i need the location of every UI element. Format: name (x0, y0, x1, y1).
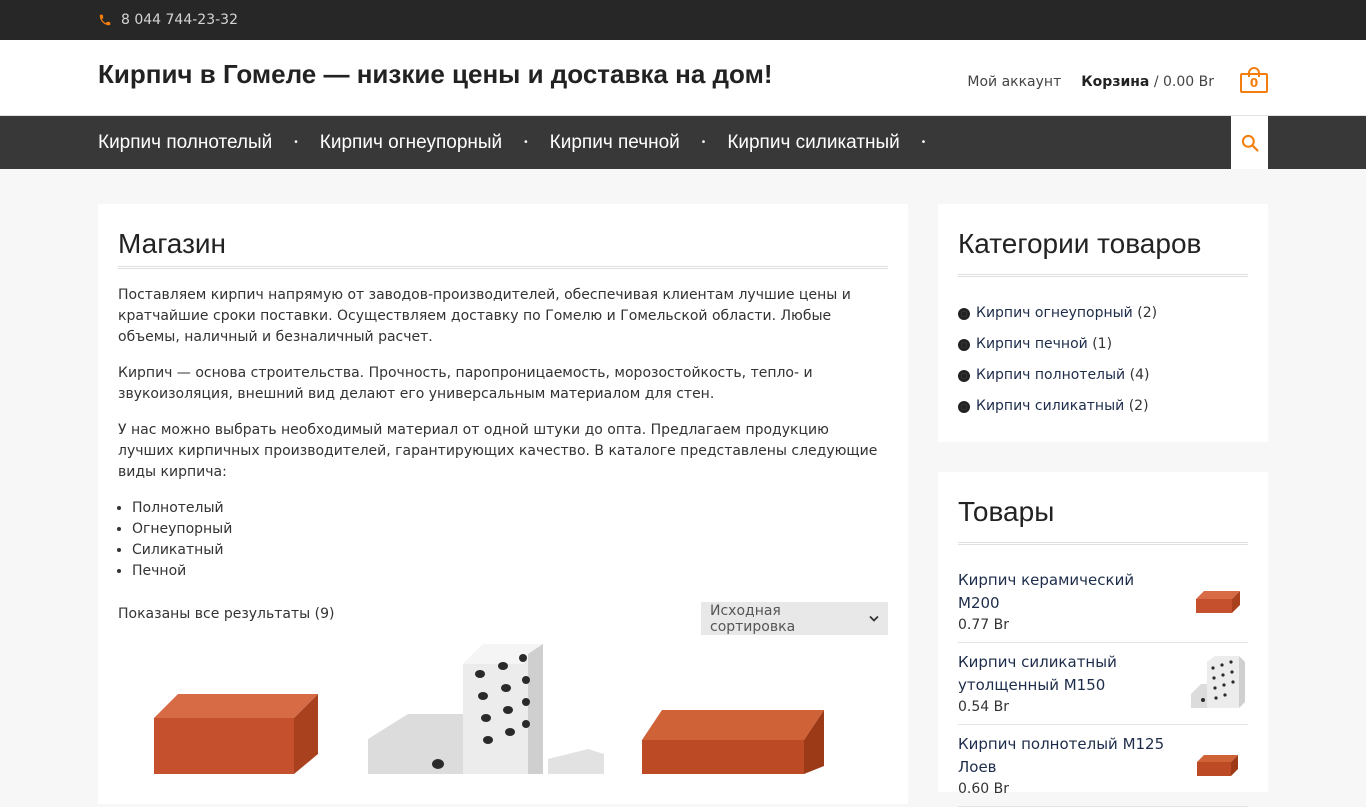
nav-separator: • (294, 137, 298, 148)
nav-item-stove[interactable]: Кирпич печной • (550, 132, 728, 154)
sort-select-value: Исходная сортировка (710, 602, 796, 635)
intro-paragraph: У нас можно выбрать необходимый материал… (118, 422, 878, 480)
nav-item-label: Кирпич огнеупорный (319, 131, 503, 153)
list-item: Полнотелый (132, 498, 888, 519)
category-link[interactable]: Кирпич огнеупорный (976, 303, 1133, 324)
category-list: Кирпич огнеупорный (2) Кирпич печной (1)… (958, 303, 1248, 417)
category-link[interactable]: Кирпич силикатный (976, 396, 1124, 417)
product-card[interactable] (618, 644, 854, 774)
category-item: Кирпич силикатный (2) (958, 396, 1248, 417)
red-brick-image (1197, 755, 1238, 776)
nav-separator: • (701, 137, 706, 148)
nav-separator: • (524, 137, 528, 148)
category-item: Кирпич огнеупорный (2) (958, 303, 1248, 324)
product-price: 0.60 Br (958, 781, 1009, 797)
site-header: Кирпич в Гомеле — низкие цены и доставка… (0, 40, 1366, 116)
category-link[interactable]: Кирпич полнотелый (976, 365, 1125, 386)
brick-kinds-list: Полнотелый Огнеупорный Силикатный Печной (132, 498, 888, 582)
list-item[interactable]: Кирпич полнотелый М125 Лоев 0.60 Br (958, 725, 1248, 807)
sort-select[interactable]: Исходная сортировка (701, 602, 888, 635)
chevron-down-icon (869, 615, 879, 622)
cart-label: Корзина (1081, 73, 1150, 90)
silicate-brick-image (368, 644, 604, 774)
bullet-icon (958, 307, 970, 320)
product-thumbnail[interactable] (1186, 733, 1248, 795)
product-price: 0.77 Br (958, 617, 1009, 633)
product-thumbnail[interactable] (1186, 651, 1248, 713)
header-account-cart: Мой аккаунт Корзина / 0.00 Br 0 (967, 66, 1268, 93)
category-item: Кирпич печной (1) (958, 334, 1248, 355)
bullet-icon (958, 400, 970, 413)
bullet-icon (958, 369, 970, 382)
product-categories-widget: Категории товаров Кирпич огнеупорный (2)… (938, 204, 1268, 442)
top-bar: 8 044 744-23-32 (0, 0, 1366, 40)
nav-item-solid[interactable]: Кирпич полнотелый • (98, 132, 320, 154)
product-card[interactable] (368, 644, 604, 774)
nav-item-refractory[interactable]: Кирпич огнеупорный • (320, 132, 550, 154)
nav-separator: • (921, 137, 926, 148)
product-grid (118, 644, 854, 774)
category-count: (2) (1137, 305, 1158, 321)
categories-title: Категории товаров (958, 228, 1248, 277)
product-name[interactable]: Кирпич керамический М200 (958, 569, 1173, 615)
product-thumbnail[interactable] (1186, 569, 1248, 631)
site-title[interactable]: Кирпич в Гомеле — низкие цены и доставка… (98, 59, 772, 90)
red-brick-image (1196, 591, 1240, 613)
phone-icon (98, 13, 112, 27)
products-widget: Товары Кирпич керамический М200 0.77 Br К… (938, 472, 1268, 807)
category-link[interactable]: Кирпич печной (976, 334, 1088, 355)
phone-number[interactable]: 8 044 744-23-32 (121, 12, 238, 28)
intro-paragraph: Кирпич — основа строительства. Прочность… (118, 365, 813, 402)
category-count: (4) (1129, 367, 1150, 383)
bullet-icon (958, 338, 970, 351)
nav-item-label: Кирпич силикатный (727, 131, 900, 153)
cart-bag-icon[interactable]: 0 (1240, 66, 1268, 93)
results-count: Показаны все результаты (9) (118, 606, 335, 622)
search-button[interactable] (1231, 116, 1268, 169)
products-title: Товары (958, 496, 1248, 545)
red-brick-image (154, 694, 318, 774)
nav-item-silicate[interactable]: Кирпич силикатный • (727, 132, 947, 154)
nav-item-label: Кирпич печной (549, 131, 680, 153)
list-item: Огнеупорный (132, 519, 888, 540)
category-item: Кирпич полнотелый (4) (958, 365, 1248, 386)
nav-item-label: Кирпич полнотелый (98, 131, 273, 153)
product-card[interactable] (118, 644, 354, 774)
product-price: 0.54 Br (958, 699, 1009, 715)
search-icon (1241, 134, 1259, 152)
cart-link[interactable]: Корзина / 0.00 Br (1081, 74, 1214, 90)
list-item[interactable]: Кирпич силикатный утолщенный М150 0.54 Br (958, 643, 1248, 725)
category-count: (2) (1128, 398, 1149, 414)
category-count: (1) (1092, 336, 1113, 352)
product-name[interactable]: Кирпич силикатный утолщенный М150 (958, 651, 1173, 697)
cart-count: 0 (1240, 72, 1268, 93)
red-brick-image (642, 710, 824, 774)
silicate-brick-image (1191, 656, 1245, 708)
page-title: Магазин (118, 228, 888, 269)
my-account-link[interactable]: Мой аккаунт (967, 74, 1061, 90)
list-item[interactable]: Кирпич керамический М200 0.77 Br (958, 561, 1248, 643)
results-row: Показаны все результаты (9) Исходная сор… (118, 602, 888, 635)
product-list: Кирпич керамический М200 0.77 Br Кирпич с… (958, 561, 1248, 807)
list-item: Печной (132, 561, 888, 582)
main-nav: Кирпич полнотелый • Кирпич огнеупорный • К… (0, 116, 1366, 169)
product-name[interactable]: Кирпич полнотелый М125 Лоев (958, 733, 1173, 779)
intro-paragraph: Поставляем кирпич напрямую от заводов-пр… (118, 287, 851, 345)
shop-content: Магазин Поставляем кирпич напрямую от за… (98, 204, 908, 804)
cart-total: / 0.00 Br (1149, 73, 1214, 90)
list-item: Силикатный (132, 540, 888, 561)
